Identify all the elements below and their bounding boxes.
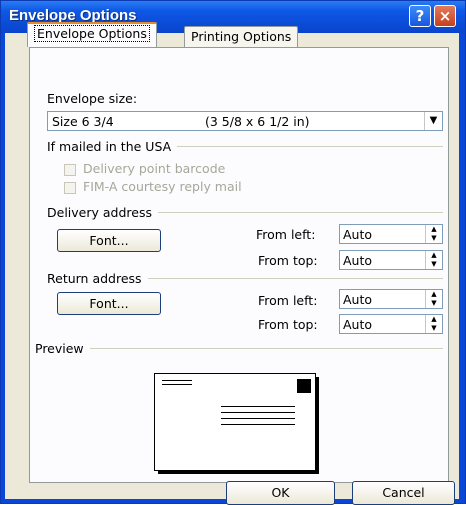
delivery-from-left-value: Auto: [343, 227, 373, 242]
return-from-top-value: Auto: [343, 317, 373, 332]
return-address-group-label: Return address: [47, 271, 443, 286]
return-from-left-value: Auto: [343, 292, 373, 307]
envelope-size-select[interactable]: Size 6 3/4 (3 5/8 x 6 1/2 in) ▼: [47, 111, 443, 131]
return-from-top-label: From top:: [258, 317, 318, 332]
ok-button[interactable]: OK: [226, 481, 335, 505]
fim-a-checkbox[interactable]: [64, 182, 76, 194]
envelope-size-label: Envelope size:: [47, 91, 138, 106]
preview-group-label: Preview: [35, 341, 443, 356]
spin-arrows-icon[interactable]: ▲ ▼: [425, 225, 442, 243]
help-button[interactable]: ?: [409, 5, 431, 27]
delivery-from-top-label: From top:: [258, 253, 318, 268]
delivery-address-line: [221, 418, 295, 419]
delivery-from-top-value: Auto: [343, 253, 373, 268]
usa-group-label: If mailed in the USA: [47, 139, 443, 154]
return-from-top-spinner[interactable]: Auto ▲ ▼: [339, 314, 443, 334]
return-address-group-text: Return address: [47, 271, 142, 286]
close-button[interactable]: ×: [434, 5, 456, 27]
delivery-address-line: [221, 406, 295, 407]
envelope-size-selected-name: Size 6 3/4: [52, 114, 114, 129]
delivery-from-left-spinner[interactable]: Auto ▲ ▼: [339, 224, 443, 244]
delivery-address-group-text: Delivery address: [47, 205, 152, 220]
stamp-icon: [297, 379, 311, 393]
return-from-left-label: From left:: [258, 293, 318, 308]
delivery-address-line: [221, 424, 295, 425]
delivery-font-button[interactable]: Font...: [57, 229, 161, 252]
return-address-line: [162, 384, 192, 385]
envelope-preview: [154, 373, 316, 471]
spin-arrows-icon[interactable]: ▲ ▼: [425, 251, 442, 269]
tab-envelope-options[interactable]: Envelope Options: [27, 22, 157, 47]
delivery-from-top-spinner[interactable]: Auto ▲ ▼: [339, 250, 443, 270]
spin-arrows-icon[interactable]: ▲ ▼: [425, 315, 442, 333]
usa-group-text: If mailed in the USA: [47, 139, 172, 154]
return-font-button[interactable]: Font...: [57, 292, 161, 315]
envelope-shadow-right: [316, 377, 319, 474]
return-from-left-spinner[interactable]: Auto ▲ ▼: [339, 289, 443, 309]
dialog-window: Envelope Options ? × Envelope Options Pr…: [0, 0, 466, 505]
envelope-shadow-bottom: [158, 471, 319, 474]
delivery-barcode-label: Delivery point barcode: [83, 161, 226, 176]
delivery-barcode-checkbox[interactable]: [64, 164, 76, 176]
cancel-button[interactable]: Cancel: [352, 481, 455, 505]
tab-printing-options-label: Printing Options: [191, 29, 292, 44]
tab-printing-options[interactable]: Printing Options: [184, 26, 299, 47]
delivery-address-group-label: Delivery address: [47, 205, 443, 220]
delivery-address-line: [221, 412, 295, 413]
spin-arrows-icon[interactable]: ▲ ▼: [425, 290, 442, 308]
fim-a-label: FIM-A courtesy reply mail: [83, 179, 242, 194]
return-address-line: [162, 380, 192, 381]
delivery-from-left-label: From left:: [256, 227, 316, 242]
envelope-size-selected-dims: (3 5/8 x 6 1/2 in): [205, 114, 310, 129]
chevron-down-icon[interactable]: ▼: [424, 112, 442, 130]
preview-group-text: Preview: [35, 341, 84, 356]
tab-envelope-options-label: Envelope Options: [34, 25, 150, 42]
